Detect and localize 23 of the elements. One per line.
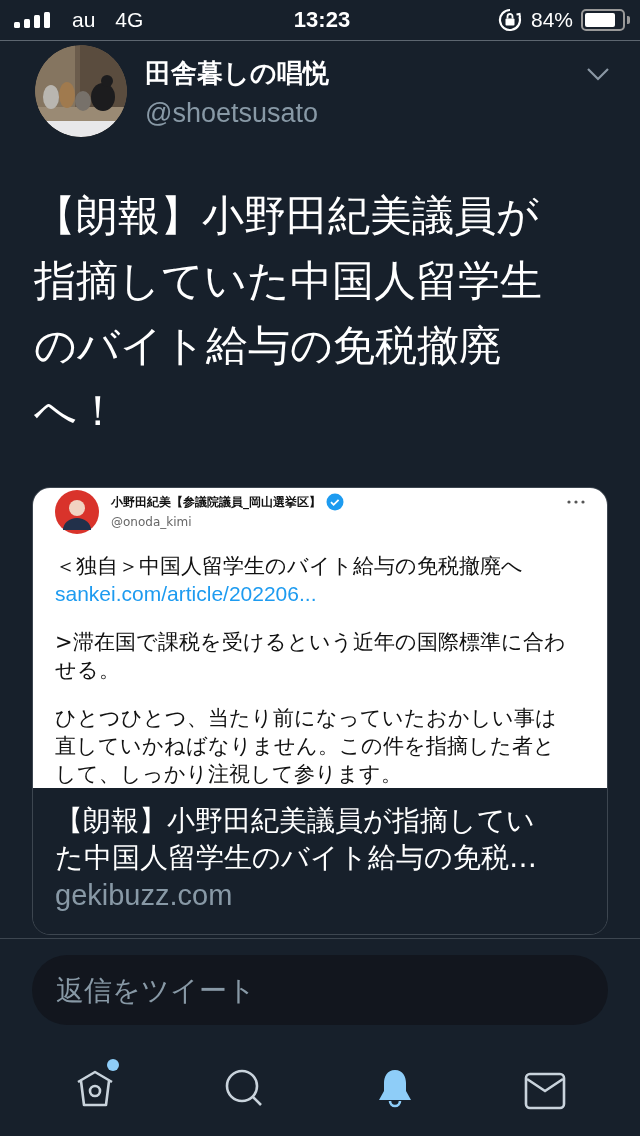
post-text: >滞在国で課税を受けるという近年の国際標準に合わせる。	[55, 630, 566, 682]
link-card[interactable]	[32, 487, 608, 935]
post-text: ひとつひとつ、当たり前になっていたおかしい事は直していかねばなりません。この件を指摘した者として、しっかり注視して参ります。	[55, 706, 557, 786]
signal-icon	[14, 12, 52, 28]
author-name: 田舎暮しの唱悦	[145, 57, 330, 89]
rotation-lock-icon	[496, 7, 523, 33]
battery-icon	[581, 9, 625, 31]
carrier-name: au	[72, 8, 96, 32]
account-name: 小野田紀美【参議院議員_岡山選挙区】	[111, 493, 321, 511]
card-domain: gekibuzz.com	[55, 878, 234, 913]
author-handle: @shoetsusato	[145, 97, 319, 130]
battery-percent: 84%	[530, 8, 573, 32]
more-icon	[567, 500, 585, 504]
network-type: 4G	[115, 8, 144, 32]
post-text: ＜独自＞中国人留学生のバイト給与の免税撤廃へ	[55, 554, 523, 578]
article-link[interactable]: sankei.com/article/202206...	[55, 582, 317, 605]
chevron-down-icon[interactable]	[586, 67, 610, 81]
tweet-text: 【朗報】小野田紀美議員が 指摘していた中国人留学生 のバイト給与の免税撤廃 へ！	[33, 190, 543, 437]
reply-field[interactable]: 返信をツイート	[32, 955, 608, 1025]
avatar-icon	[55, 490, 99, 534]
clock-time: 13:23	[293, 7, 351, 33]
card-title: 【朗報】小野田紀美議員が指摘していた中国人留学生のバイト給与の免税…	[55, 803, 538, 876]
account-handle: @onoda_kimi	[111, 515, 193, 529]
